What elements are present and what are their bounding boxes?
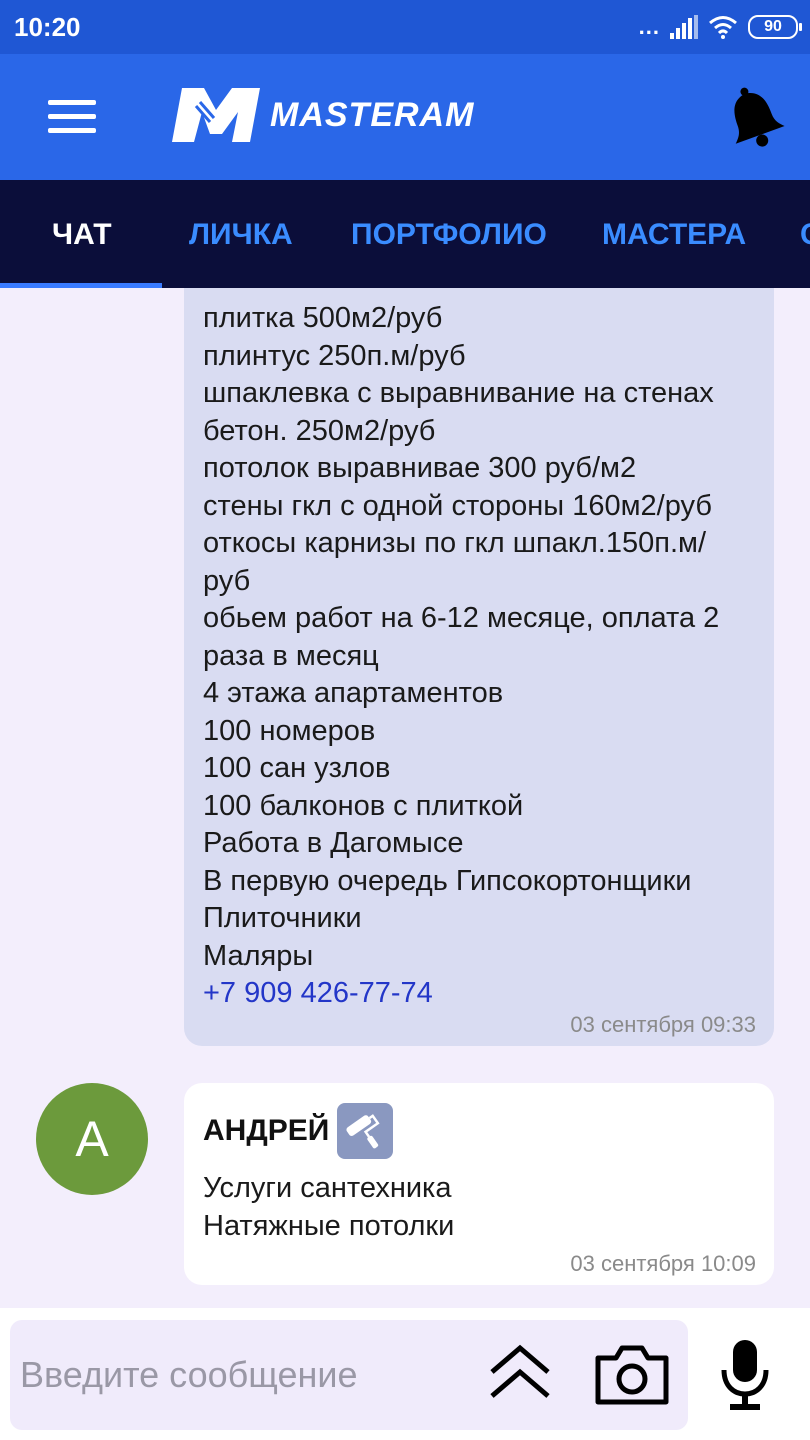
camera-icon[interactable] xyxy=(594,1342,670,1406)
message-time: 03 сентября 10:09 xyxy=(570,1251,756,1276)
message-line: обьем работ на 6-12 месяце, оплата 2 xyxy=(203,602,720,634)
battery-indicator: 90 xyxy=(748,15,802,39)
message-line: 100 балконов с плиткой xyxy=(203,789,524,822)
scroll-up-chevrons-icon[interactable] xyxy=(488,1342,552,1406)
wifi-icon xyxy=(709,16,737,39)
status-time: 10:20 xyxy=(14,12,81,42)
message-line: В первую очередь Гипсокортонщики xyxy=(203,864,692,897)
message-line: бетон. 250м2/руб xyxy=(203,414,436,447)
message-input-container xyxy=(10,1320,688,1430)
tab-next-partial[interactable]: C xyxy=(800,180,810,288)
message-bubble: плитка 500м2/руб плинтус 250п.м/руб шпакле… xyxy=(184,288,774,1046)
app-bar: MASTERAM xyxy=(0,54,810,180)
signal-icon xyxy=(670,15,698,39)
microphone-icon[interactable] xyxy=(718,1338,772,1412)
message-line: потолок выравнивае 300 руб/м2 xyxy=(203,452,637,484)
author-name: АНДРЕЙ xyxy=(203,1114,330,1147)
tab-masters[interactable]: МАСТЕРА xyxy=(602,180,746,288)
avatar-letter: А xyxy=(75,1111,109,1167)
hamburger-menu-icon[interactable] xyxy=(48,100,96,134)
message-line: 100 сан узлов xyxy=(203,752,391,784)
message-time: 03 сентября 09:33 xyxy=(570,1012,756,1037)
paint-roller-icon xyxy=(337,1103,394,1159)
avatar[interactable]: А xyxy=(36,1083,148,1195)
message-input-bar xyxy=(0,1308,810,1440)
message-text: Услуги сантехника Натяжные потолки xyxy=(203,1170,454,1245)
message-input[interactable] xyxy=(18,1342,482,1408)
phone-link[interactable]: +7 909 426-77-74 xyxy=(203,975,764,1013)
logo-text: MASTERAM xyxy=(270,95,475,134)
message-line: Работа в Дагомысе xyxy=(203,827,464,859)
chat-feed[interactable]: плитка 500м2/руб плинтус 250п.м/руб шпакле… xyxy=(0,288,810,1308)
message-line: плитка 500м2/руб xyxy=(203,302,443,334)
message-line: плинтус 250п.м/руб xyxy=(203,339,466,372)
message-bubble: АНДРЕЙ Услуги сантехника Натяжные потолки… xyxy=(184,1083,774,1285)
tab-chat[interactable]: ЧАТ xyxy=(52,180,112,288)
status-icons: ... 90 xyxy=(638,12,802,42)
status-bar: 10:20 ... 90 xyxy=(0,0,810,54)
message-line: Плиточники xyxy=(203,902,362,934)
message-line: стены гкл с одной стороны 160м2/руб xyxy=(203,489,712,522)
message-line: руб xyxy=(203,564,251,597)
message-line: шпаклевка с выравнивание на стенах xyxy=(203,377,714,409)
app-logo: MASTERAM xyxy=(170,84,474,146)
bell-icon[interactable] xyxy=(722,84,786,152)
tab-portfolio[interactable]: ПОРТФОЛИО xyxy=(351,180,547,288)
tab-private[interactable]: ЛИЧКА xyxy=(189,180,293,288)
message-author[interactable]: АНДРЕЙ xyxy=(203,1103,394,1159)
message-line: 4 этажа апартаментов xyxy=(203,677,504,709)
battery-level: 90 xyxy=(764,18,782,35)
message-line: Маляры xyxy=(203,939,314,972)
message-text: плитка 500м2/руб плинтус 250п.м/руб шпакле… xyxy=(203,300,764,1013)
message-line: раза в месяц xyxy=(203,639,379,672)
notification-dots: ... xyxy=(638,14,660,39)
message-line: откосы карнизы по гкл шпакл.150п.м/ xyxy=(203,527,706,559)
message-line: Натяжные потолки xyxy=(203,1209,455,1242)
message-line: 100 номеров xyxy=(203,714,376,747)
tab-bar: ЧАТ ЛИЧКА ПОРТФОЛИО МАСТЕРА C xyxy=(0,180,810,288)
message-line: Услуги сантехника xyxy=(203,1172,452,1204)
logo-mark-icon xyxy=(172,88,260,142)
